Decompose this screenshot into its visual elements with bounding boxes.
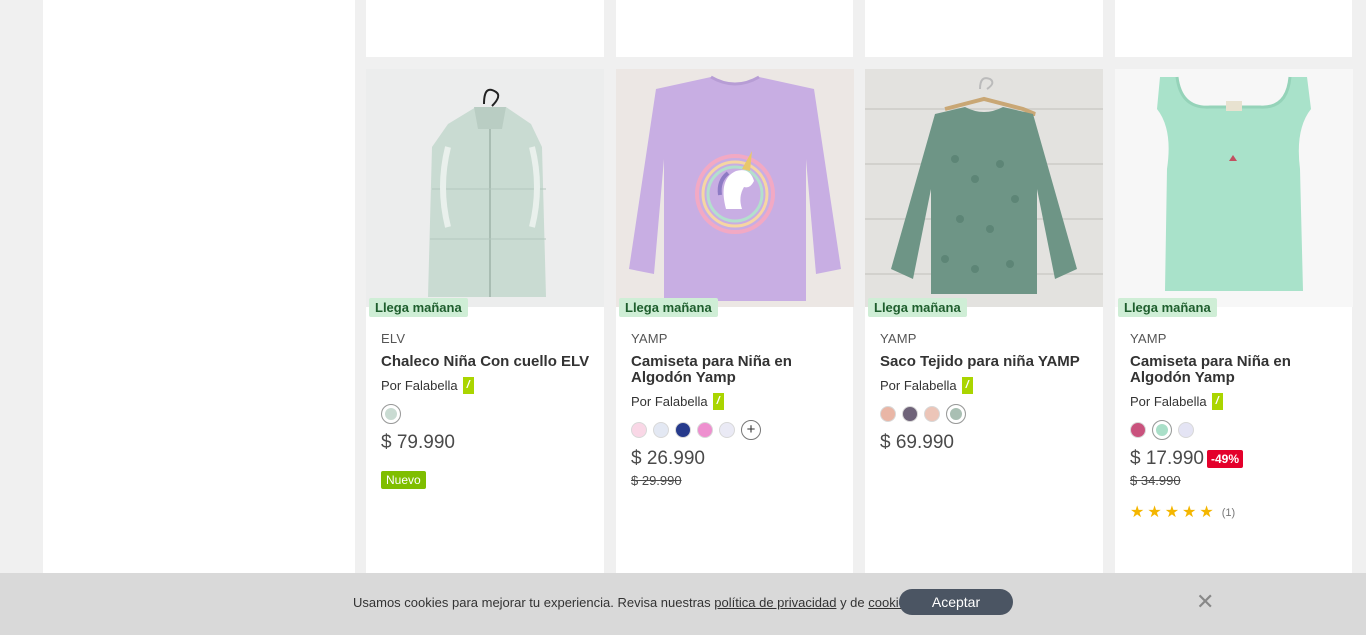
- color-swatch[interactable]: [1130, 422, 1146, 438]
- product-card[interactable]: Llega mañana ELV Chaleco Niña Con cuello…: [366, 69, 604, 589]
- product-image[interactable]: [616, 69, 854, 307]
- star-icon: ★: [1199, 504, 1214, 521]
- star-icon: ★: [1164, 504, 1180, 521]
- product-title[interactable]: Camiseta para Niña en Algodón Yamp: [631, 354, 846, 386]
- product-price: $ 17.990: [1130, 448, 1204, 469]
- color-swatch[interactable]: [1178, 422, 1194, 438]
- product-brand[interactable]: YAMP: [880, 331, 917, 346]
- product-brand[interactable]: YAMP: [1130, 331, 1167, 346]
- color-swatch[interactable]: [902, 406, 918, 422]
- product-brand[interactable]: ELV: [381, 331, 405, 346]
- seller-label: Por Falabella: [1130, 394, 1207, 409]
- falabella-seller-icon: /: [961, 377, 973, 394]
- product-card[interactable]: Llega mañana YAMP Camiseta para Niña en …: [1115, 69, 1353, 589]
- shipping-badge: Llega mañana: [868, 298, 967, 317]
- product-price: $ 26.990: [631, 448, 705, 469]
- star-icon: ★: [1147, 504, 1162, 521]
- seller-info: Por Falabella /: [880, 377, 973, 394]
- color-swatches: +: [631, 420, 761, 440]
- color-swatches: [880, 404, 966, 424]
- seller-info: Por Falabella /: [631, 393, 724, 410]
- product-brand[interactable]: YAMP: [631, 331, 668, 346]
- product-card[interactable]: Llega mañana YAMP Saco Tejido para niña …: [865, 69, 1103, 589]
- shipping-badge: Llega mañana: [619, 298, 718, 317]
- accept-cookies-button[interactable]: Aceptar: [899, 589, 1013, 615]
- original-price: $ 29.990: [631, 473, 682, 488]
- star-icon: ★: [1130, 504, 1145, 521]
- seller-label: Por Falabella: [381, 378, 458, 393]
- color-swatches: [1130, 420, 1194, 440]
- new-badge: Nuevo: [381, 471, 426, 489]
- discount-badge: -49%: [1207, 450, 1244, 468]
- original-price: $ 34.990: [1130, 473, 1181, 488]
- close-icon[interactable]: ✕: [1196, 591, 1214, 613]
- rating: ★ ★ ★ ★ ★ (1): [1130, 505, 1235, 521]
- seller-info: Por Falabella /: [1130, 393, 1223, 410]
- color-swatch[interactable]: [697, 422, 713, 438]
- product-card-previous[interactable]: [1115, 0, 1352, 57]
- falabella-seller-icon: /: [1211, 393, 1223, 410]
- more-colors-icon[interactable]: +: [741, 420, 761, 440]
- rating-count: (1): [1221, 507, 1236, 519]
- product-image[interactable]: [366, 69, 604, 307]
- color-swatch[interactable]: [880, 406, 896, 422]
- color-swatch[interactable]: [924, 406, 940, 422]
- shipping-badge: Llega mañana: [1118, 298, 1217, 317]
- seller-info: Por Falabella /: [381, 377, 474, 394]
- color-swatch[interactable]: [946, 404, 966, 424]
- product-card-previous[interactable]: [616, 0, 853, 57]
- product-price: $ 69.990: [880, 432, 954, 453]
- product-image[interactable]: [1115, 69, 1353, 307]
- color-swatch[interactable]: [1152, 420, 1172, 440]
- filter-sidebar: [43, 0, 355, 635]
- product-image[interactable]: [865, 69, 1103, 307]
- color-swatches: [381, 404, 401, 424]
- privacy-policy-link[interactable]: política de privacidad: [714, 595, 836, 610]
- falabella-seller-icon: /: [462, 377, 474, 394]
- product-card-previous[interactable]: [366, 0, 604, 57]
- falabella-seller-icon: /: [712, 393, 724, 410]
- color-swatch[interactable]: [653, 422, 669, 438]
- seller-label: Por Falabella: [880, 378, 957, 393]
- shipping-badge: Llega mañana: [369, 298, 468, 317]
- color-swatch[interactable]: [719, 422, 735, 438]
- cookie-text-before: Usamos cookies para mejorar tu experienc…: [353, 595, 711, 610]
- color-swatch[interactable]: [631, 422, 647, 438]
- cookie-banner: Usamos cookies para mejorar tu experienc…: [0, 573, 1366, 635]
- seller-label: Por Falabella: [631, 394, 708, 409]
- product-card[interactable]: Llega mañana YAMP Camiseta para Niña en …: [616, 69, 854, 589]
- star-icon: ★: [1182, 504, 1197, 521]
- cookie-message: Usamos cookies para mejorar tu experienc…: [353, 595, 916, 610]
- cookie-text-middle: y de: [840, 595, 865, 610]
- product-title[interactable]: Saco Tejido para niña YAMP: [880, 354, 1095, 370]
- color-swatch[interactable]: [675, 422, 691, 438]
- product-price: $ 79.990: [381, 432, 455, 453]
- product-title[interactable]: Chaleco Niña Con cuello ELV: [381, 354, 596, 370]
- color-swatch[interactable]: [381, 404, 401, 424]
- product-card-previous[interactable]: [865, 0, 1103, 57]
- product-title[interactable]: Camiseta para Niña en Algodón Yamp: [1130, 354, 1345, 386]
